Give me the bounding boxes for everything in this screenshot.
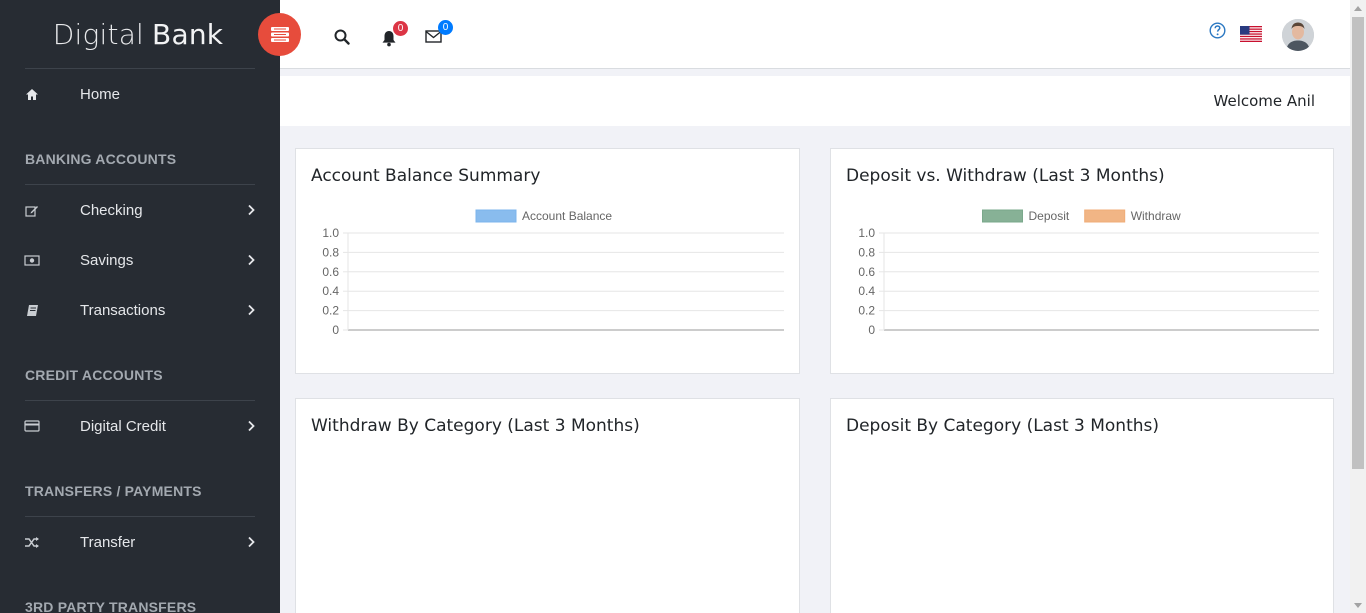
y-tick-label: 1.0 — [322, 226, 339, 240]
chevron-right-icon — [245, 253, 257, 267]
help-button[interactable] — [1208, 21, 1226, 39]
us-flag-icon — [1240, 25, 1262, 42]
y-tick-label: 0.4 — [858, 284, 875, 298]
account-balance-chart: Account Balance 1.0 0.8 0.6 0.4 0.2 0 — [322, 209, 784, 337]
y-tick-label: 0.2 — [322, 304, 339, 318]
notifications-badge: 0 — [393, 21, 408, 36]
sidebar-item-label: Checking — [80, 201, 143, 219]
withdraw-category-card: Withdraw By Category (Last 3 Months) — [295, 398, 800, 613]
y-tick-label: 1.0 — [858, 226, 875, 240]
y-tick-label: 0.2 — [858, 304, 875, 318]
y-tick-label: 0.4 — [322, 284, 339, 298]
section-title-credit: CREDIT ACCOUNTS — [25, 367, 163, 383]
sidebar-item-label: Transfer — [80, 533, 136, 551]
home-icon — [24, 86, 40, 102]
search-button[interactable] — [333, 28, 351, 46]
edit-icon — [24, 202, 40, 218]
divider — [25, 68, 255, 69]
section-title-transfers: TRANSFERS / PAYMENTS — [25, 483, 202, 499]
sidebar-item-transfer[interactable]: Transfer — [0, 522, 280, 562]
page-scrollbar[interactable] — [1350, 0, 1366, 613]
chevron-right-icon — [245, 535, 257, 549]
brand-logo[interactable]: Digital Bank — [0, 0, 280, 69]
deposit-category-card: Deposit By Category (Last 3 Months) — [830, 398, 1334, 613]
divider — [25, 184, 255, 185]
y-tick-label: 0 — [868, 323, 875, 337]
y-tick-label: 0 — [332, 323, 339, 337]
account-balance-card: Account Balance Summary Account Balance 1… — [295, 148, 800, 374]
sidebar-item-checking[interactable]: Checking — [0, 190, 280, 230]
menu-icon — [270, 27, 289, 42]
card-title: Withdraw By Category (Last 3 Months) — [311, 416, 640, 436]
section-title-third-party: 3RD PARTY TRANSFERS — [25, 599, 197, 613]
legend-swatch[interactable] — [475, 209, 517, 223]
legend-swatch[interactable] — [1084, 209, 1126, 223]
messages-badge: 0 — [438, 20, 453, 35]
credit-card-icon — [24, 418, 40, 434]
chevron-right-icon — [245, 203, 257, 217]
book-icon — [24, 302, 40, 318]
chevron-right-icon — [245, 303, 257, 317]
sidebar: Digital Bank Home BANKING ACCOUNTS Checki… — [0, 0, 280, 613]
legend-label[interactable]: Withdraw — [1131, 209, 1181, 223]
sidebar-item-label: Savings — [80, 251, 134, 269]
divider — [25, 516, 255, 517]
language-selector[interactable] — [1240, 25, 1262, 42]
sidebar-item-digital-credit[interactable]: Digital Credit — [0, 406, 280, 446]
scrollbar-thumb[interactable] — [1352, 17, 1364, 469]
sidebar-item-transactions[interactable]: Transactions — [0, 290, 280, 330]
welcome-bar: Welcome Anil — [280, 76, 1350, 126]
welcome-message: Welcome Anil — [1213, 92, 1315, 110]
legend-label[interactable]: Account Balance — [522, 209, 612, 223]
scroll-down-icon[interactable] — [1353, 601, 1363, 609]
sidebar-item-label: Digital Credit — [80, 417, 166, 435]
sidebar-item-label: Home — [80, 85, 121, 103]
sidebar-item-label: Transactions — [80, 301, 166, 319]
y-tick-label: 0.6 — [858, 265, 875, 279]
y-tick-label: 0.6 — [322, 265, 339, 279]
legend-swatch[interactable] — [982, 209, 1023, 223]
sidebar-item-savings[interactable]: Savings — [0, 240, 280, 280]
money-icon — [24, 252, 40, 268]
help-icon — [1208, 21, 1226, 39]
y-tick-label: 0.8 — [322, 245, 339, 259]
deposit-withdraw-chart: Deposit Withdraw 1.0 0.8 0.6 0.4 0.2 0 — [858, 209, 1319, 337]
brand-light: Digital — [52, 18, 145, 51]
scroll-up-icon[interactable] — [1353, 4, 1363, 12]
legend-label[interactable]: Deposit — [1029, 209, 1070, 223]
card-title: Deposit By Category (Last 3 Months) — [846, 416, 1160, 436]
menu-toggle-button[interactable] — [258, 13, 301, 56]
y-tick-label: 0.8 — [858, 245, 875, 259]
sidebar-item-home[interactable]: Home — [0, 74, 280, 114]
chevron-right-icon — [245, 419, 257, 433]
section-title-banking: BANKING ACCOUNTS — [25, 151, 177, 167]
brand-bold: Bank — [152, 18, 224, 51]
deposit-withdraw-card: Deposit vs. Withdraw (Last 3 Months) Dep… — [830, 148, 1334, 374]
user-avatar[interactable] — [1282, 19, 1314, 51]
avatar — [1282, 19, 1314, 51]
divider — [25, 400, 255, 401]
shuffle-icon — [24, 534, 40, 550]
search-icon — [334, 29, 350, 45]
